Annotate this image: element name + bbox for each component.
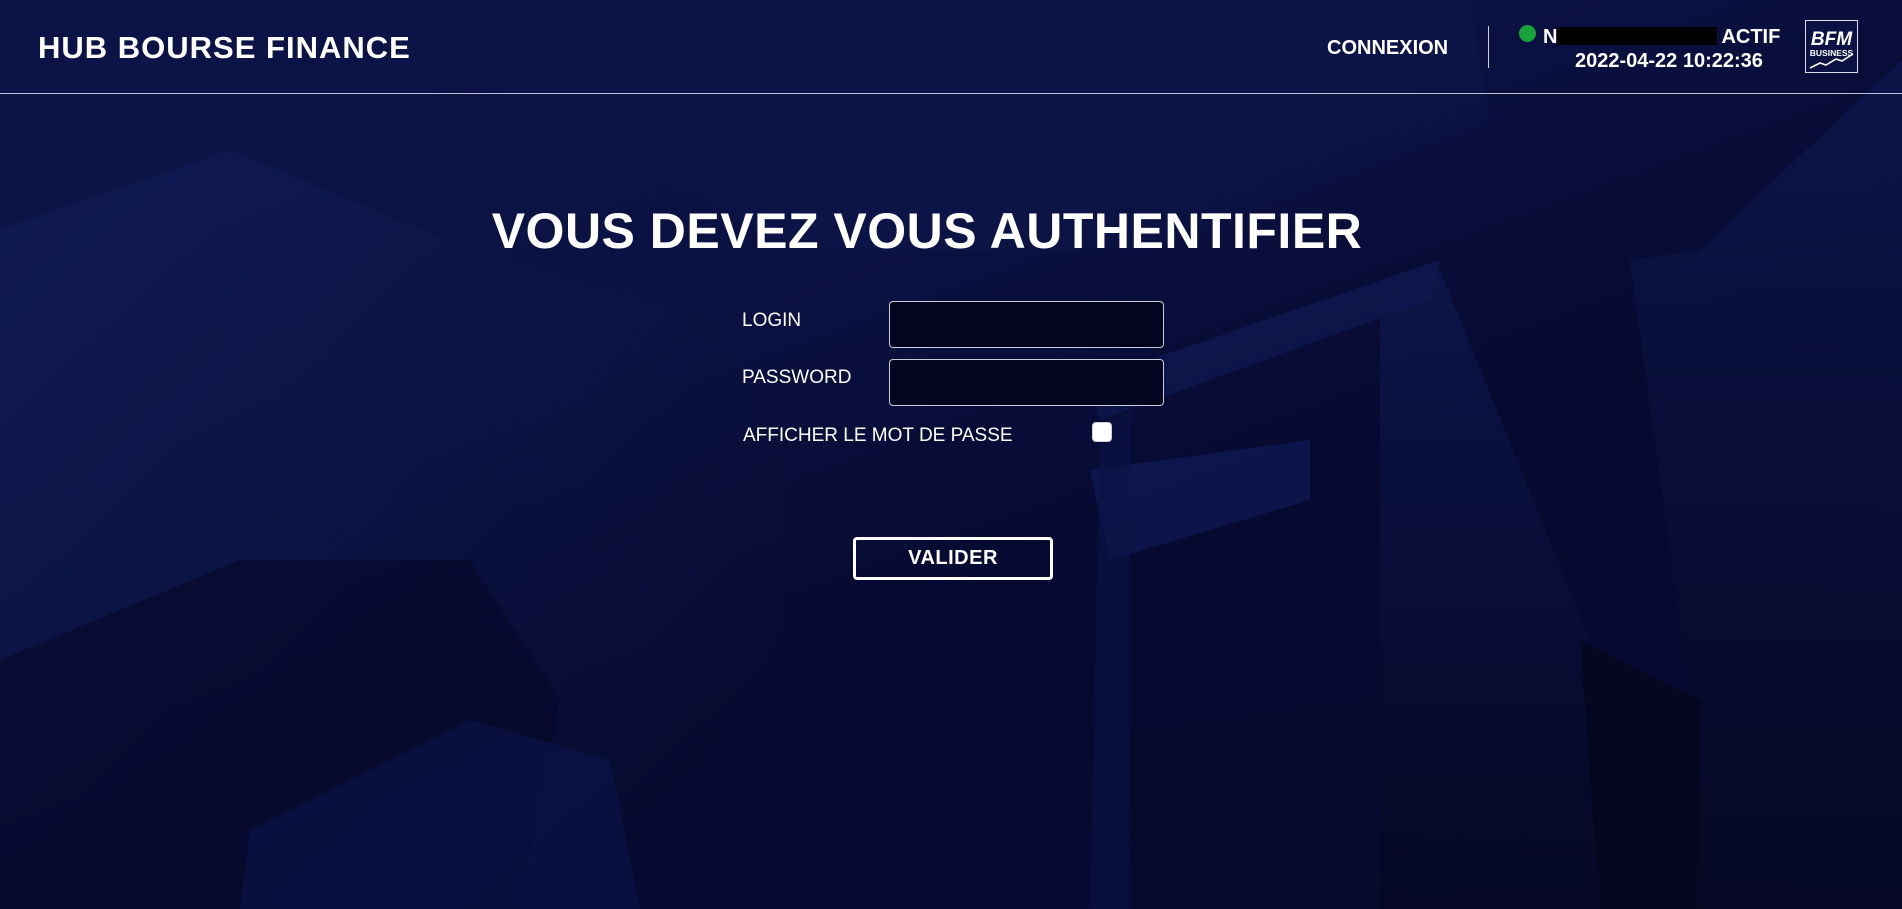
login-page: HUB BOURSE FINANCE CONNEXION N ACTIF 2022… [0, 0, 1902, 909]
validate-button[interactable]: VALIDER [853, 537, 1053, 580]
background-bfm-watermark [0, 0, 1902, 909]
page-title-text: VOUS DEVEZ VOUS AUTHENTIFIER [491, 203, 1363, 259]
redacted-username [1557, 27, 1718, 45]
status-state: ACTIF [1721, 26, 1781, 48]
user-status: N ACTIF [1543, 26, 1780, 49]
page-title: VOUS DEVEZ VOUS AUTHENTIFIER [0, 202, 1902, 260]
show-password-label: AFFICHER LE MOT DE PASSE [743, 425, 1013, 446]
svg-text:BUSINESS: BUSINESS [1810, 48, 1854, 58]
svg-text:BFM: BFM [1811, 29, 1853, 50]
connexion-link[interactable]: CONNEXION [1327, 37, 1448, 60]
header-divider [1488, 26, 1489, 68]
status-online-indicator [1519, 25, 1536, 42]
current-datetime: 2022-04-22 10:22:36 [1575, 50, 1763, 72]
top-header: HUB BOURSE FINANCE CONNEXION N ACTIF 2022… [0, 0, 1902, 94]
password-label: PASSWORD [742, 367, 852, 388]
password-input[interactable] [889, 359, 1164, 406]
login-label: LOGIN [742, 310, 802, 331]
show-password-checkbox[interactable] [1092, 422, 1112, 442]
login-input[interactable] [889, 301, 1164, 348]
brand-title: HUB BOURSE FINANCE [38, 30, 411, 65]
status-user-initial: N [1543, 26, 1558, 48]
bfm-business-logo: BFM BUSINESS [1805, 20, 1858, 73]
